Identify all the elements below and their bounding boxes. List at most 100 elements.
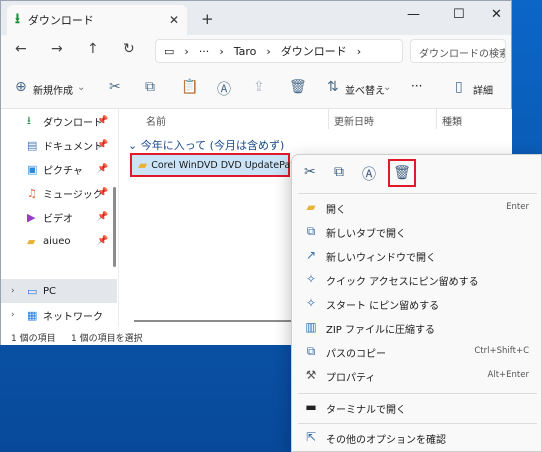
minimize-button[interactable]: — [407,7,420,22]
menu-divider [298,423,537,424]
sidebar-scrollbar[interactable] [113,187,116,267]
menu-item-pin-quick-access[interactable]: ✧ クイック アクセスにピン留めする [292,267,541,291]
paste-icon[interactable]: 📋 [181,79,198,95]
video-icon: ▶ [27,210,36,224]
sidebar-item-label: ダウンロード [43,117,103,129]
maximize-button[interactable]: ☐ [453,7,465,22]
sidebar-item-music[interactable]: ♫ ミュージック 📌 [1,181,117,205]
sidebar-item-label: ビデオ [43,213,73,225]
group-header[interactable]: ⌄ 今年に入って (今月は含めず) [128,137,284,153]
breadcrumb-downloads[interactable]: ダウンロード [281,43,347,59]
delete-button[interactable]: 🗑 [388,159,416,187]
more-locations-button[interactable]: ··· [199,45,210,58]
rename-icon[interactable]: Ⓐ [217,79,231,99]
menu-item-label: 開く [326,205,346,216]
sidebar-item-aiueo[interactable]: ▰ aiueo 📌 [1,229,117,253]
rename-icon[interactable]: Ⓐ [362,164,376,184]
trash-icon: 🗑 [393,165,411,181]
copy-path-icon: ⧉ [306,344,316,358]
menu-item-copy-path[interactable]: ⧉ パスのコピー Ctrl+Shift+C [292,339,541,363]
menu-item-pin-start[interactable]: ✧ スタート にピン留めする [292,291,541,315]
pin-icon: 📌 [97,164,109,174]
download-icon: ⭳ [15,11,20,27]
sidebar-item-label: ドキュメント [43,141,103,153]
copy-icon[interactable]: ⧉ [145,79,155,95]
sidebar-item-documents[interactable]: ▤ ドキュメント 📌 [1,133,117,157]
breadcrumb-taro[interactable]: Taro [234,45,257,58]
tab-label: ダウンロード [27,14,94,27]
pin-icon: 📌 [97,188,109,198]
new-button[interactable]: 新規作成 [33,82,73,97]
sidebar-item-label: aiueo [43,235,71,247]
back-arrow-icon[interactable]: ← [15,41,27,57]
menu-item-properties[interactable]: ⚒ プロパティ Alt+Enter [292,363,541,387]
chevron-down-icon: ⌄ [77,82,86,93]
column-header-name[interactable]: 名前 [146,113,166,128]
forward-arrow-icon[interactable]: → [51,41,63,57]
open-folder-icon: ▰ [306,200,316,214]
horizontal-scrollbar[interactable] [134,320,294,322]
cut-icon[interactable]: ✂ [109,79,121,95]
details-pane-icon[interactable]: ▯ [455,79,463,95]
file-name: Corel WinDVD DVD UpdatePatch [151,159,306,171]
delete-icon[interactable]: 🗑 [289,79,307,95]
menu-item-open-new-window[interactable]: ↗ 新しいウィンドウで開く [292,243,541,267]
context-quick-actions: ✂ ⧉ Ⓐ 🗑 [292,155,541,191]
menu-item-label: その他のオプションを確認 [326,435,446,446]
menu-item-more-options[interactable]: ⇱ その他のオプションを確認 [292,425,541,449]
address-bar[interactable]: ▭ › ··· › Taro › ダウンロード › [155,39,403,63]
menu-item-open[interactable]: ▰ 開く Enter [292,195,541,219]
terminal-icon: ▬ [305,400,317,414]
folder-icon: ▰ [27,234,36,248]
sidebar-item-label: ネットワーク [43,311,103,323]
pin-start-icon: ✧ [305,296,317,310]
menu-divider [298,393,537,394]
chevron-right-icon: › [219,44,224,58]
details-button[interactable]: 詳細 [473,82,493,97]
sidebar-item-network[interactable]: › ▦ ネットワーク [1,303,117,327]
music-icon: ♫ [27,186,37,200]
cut-icon[interactable]: ✂ [304,164,316,180]
chevron-right-icon: › [356,44,362,58]
command-bar: ⊕ 新規作成 ⌄ ✂ ⧉ 📋 Ⓐ ⇪ 🗑 ⇅ 並べ替え ⌄ ··· ▯ 詳細 [1,65,511,109]
title-bar: ⭳ ダウンロード ✕ + — ☐ ✕ [1,1,511,35]
sort-button[interactable]: 並べ替え [345,82,385,97]
more-options-icon: ⇱ [305,430,317,444]
share-icon[interactable]: ⇪ [253,79,265,95]
refresh-icon[interactable]: ↻ [123,41,135,57]
menu-item-label: 新しいウィンドウで開く [326,253,436,264]
copy-icon[interactable]: ⧉ [334,164,344,180]
sidebar-item-downloads[interactable]: ⭳ ダウンロード 📌 [1,109,117,133]
chevron-right-icon: › [11,310,15,320]
menu-item-open-new-tab[interactable]: ⧉ 新しいタブで開く [292,219,541,243]
menu-item-label: ZIP ファイルに圧縮する [326,325,436,336]
chevron-right-icon: › [266,44,271,58]
file-item[interactable]: ▰ Corel WinDVD DVD UpdatePatch [130,153,305,177]
column-header-type[interactable]: 種類 [442,113,462,128]
folder-icon: ▰ [138,158,148,172]
zip-icon: ▥ [305,320,317,334]
close-button[interactable]: ✕ [491,7,502,22]
menu-divider [298,193,537,194]
new-plus-icon[interactable]: ⊕ [15,79,27,95]
item-count: 1 個の項目 [11,334,56,344]
sidebar-item-pc[interactable]: › ▭ PC [1,279,117,303]
sidebar-item-label: PC [43,285,57,297]
new-tab-button[interactable]: + [201,10,214,28]
tab-downloads[interactable]: ⭳ ダウンロード ✕ [7,5,187,35]
up-arrow-icon[interactable]: ↑ [87,41,99,57]
column-header-modified[interactable]: 更新日時 [334,113,374,128]
pin-icon: 📌 [97,236,109,246]
more-button[interactable]: ··· [411,79,422,93]
search-input[interactable]: ダウンロードの検索 [410,39,506,63]
sidebar-item-videos[interactable]: ▶ ビデオ 📌 [1,205,117,229]
close-tab-icon[interactable]: ✕ [169,13,179,27]
sort-icon[interactable]: ⇅ [327,79,339,95]
menu-item-shortcut: Enter [506,202,529,212]
sidebar-item-pictures[interactable]: ▣ ピクチャ 📌 [1,157,117,181]
chevron-down-icon: ⌄ [383,82,392,93]
menu-item-open-terminal[interactable]: ▬ ターミナルで開く [292,395,541,419]
menu-item-compress-zip[interactable]: ▥ ZIP ファイルに圧縮する [292,315,541,339]
group-header-label: 今年に入って (今月は含めず) [140,139,285,152]
menu-item-label: 新しいタブで開く [326,229,406,240]
